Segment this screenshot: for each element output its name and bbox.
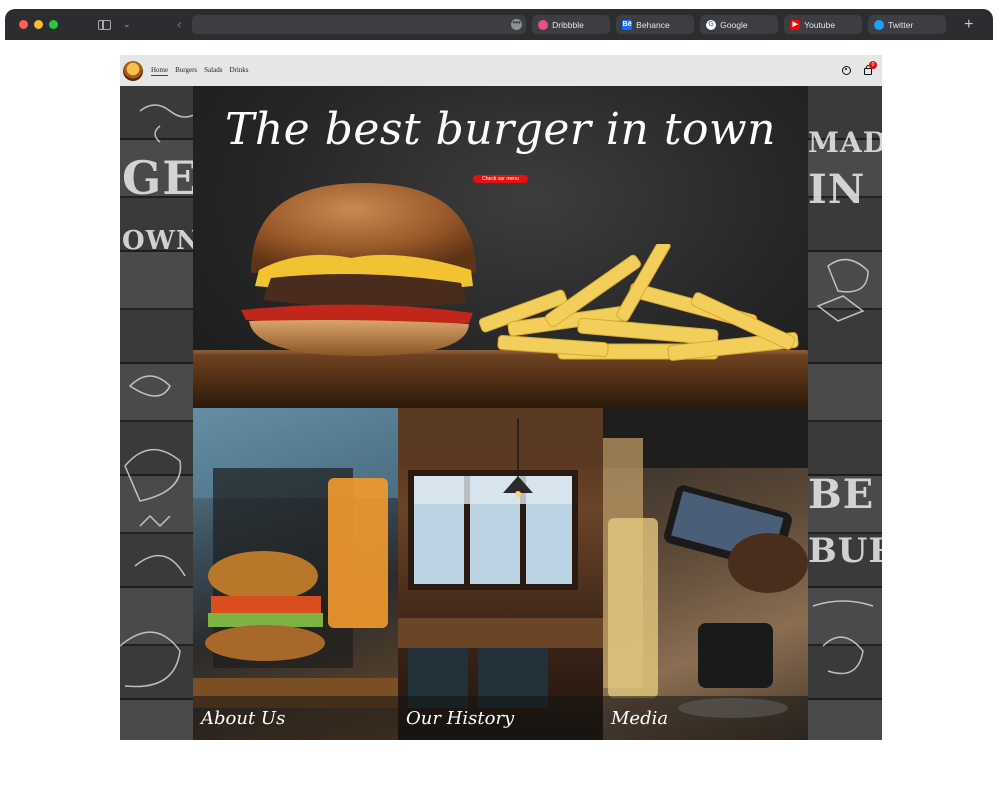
burger-logo[interactable] [123,60,143,81]
tab-google[interactable]: G Google [700,15,779,34]
hero-banner: The best burger in town Check our menu [193,86,808,408]
tab-label: Google [720,19,748,30]
nav-link-drinks[interactable]: Drinks [229,66,248,76]
chalk-text: IN [808,166,866,213]
tab-label: Youtube [804,19,836,30]
tab-label: Dribbble [552,19,584,30]
address-bar[interactable]: ••• [192,15,527,34]
back-button[interactable]: ‹ [177,17,183,33]
tab-twitter[interactable]: Twitter [868,15,947,34]
chalkboard-panel-left: GE, OWN [120,86,214,740]
tile-caption: About Us [193,696,398,740]
restaurant-interior-photo [398,408,603,708]
twitter-icon [874,19,885,30]
shopping-bag-icon [864,65,872,75]
cart-button[interactable]: 0 [863,61,877,76]
tile-caption: Our History [398,696,603,740]
user-account-icon[interactable] [842,66,851,75]
burger-image [241,183,476,356]
google-icon: G [706,19,717,30]
sidebar-toggle-icon[interactable] [98,19,111,30]
chalk-text: BUR [808,531,882,571]
nav-link-burgers[interactable]: Burgers [175,66,197,76]
behance-icon: Bē [622,19,633,30]
phone-drinks-photo [603,408,808,718]
nav-link-home[interactable]: Home [151,66,169,76]
new-tab-button[interactable]: + [964,16,973,34]
tab-label: Twitter [888,19,914,30]
chalk-text: OWN [122,226,201,256]
tab-behance[interactable]: Bē Behance [616,15,695,34]
cart-count-badge: 0 [869,61,877,69]
tab-youtube[interactable]: ▶ Youtube [784,15,863,34]
chalkboard-panel-right: MADE IN BE BUR [808,86,882,740]
nav-link-salads[interactable]: Salads [204,66,222,76]
media-tile[interactable]: Media [603,408,808,740]
minimize-window-button[interactable] [34,20,43,29]
fries-image [478,244,799,361]
tab-dribbble[interactable]: Dribbble [532,15,611,34]
dribbble-icon [538,19,549,30]
about-us-tile[interactable]: About Us [193,408,398,740]
maximize-window-button[interactable] [49,20,58,29]
more-options-icon[interactable]: ••• [511,19,523,30]
burger-drink-photo [193,408,398,708]
chalk-text: BE [808,471,875,518]
our-history-tile[interactable]: Our History [398,408,603,740]
site-navbar: Home Burgers Salads Drinks 0 [120,55,882,86]
window-controls [19,20,58,29]
chevron-down-icon[interactable]: ⌄ [123,20,131,30]
tab-label: Behance [636,19,670,30]
nav-links: Home Burgers Salads Drinks [151,66,249,76]
nav-actions: 0 [842,61,877,76]
browser-toolbar: ⌄ ‹ ••• Dribbble Bē Behance G Google ▶ Y… [5,9,993,40]
close-window-button[interactable] [19,20,28,29]
youtube-icon: ▶ [790,19,801,30]
hero-title: The best burger in town [225,104,776,155]
tile-caption: Media [603,696,808,740]
bookmark-tabs: Dribbble Bē Behance G Google ▶ Youtube T… [532,15,947,34]
website-viewport: Home Burgers Salads Drinks 0 GE, OWN MAD… [120,55,882,740]
chalk-text: MADE [808,126,882,159]
